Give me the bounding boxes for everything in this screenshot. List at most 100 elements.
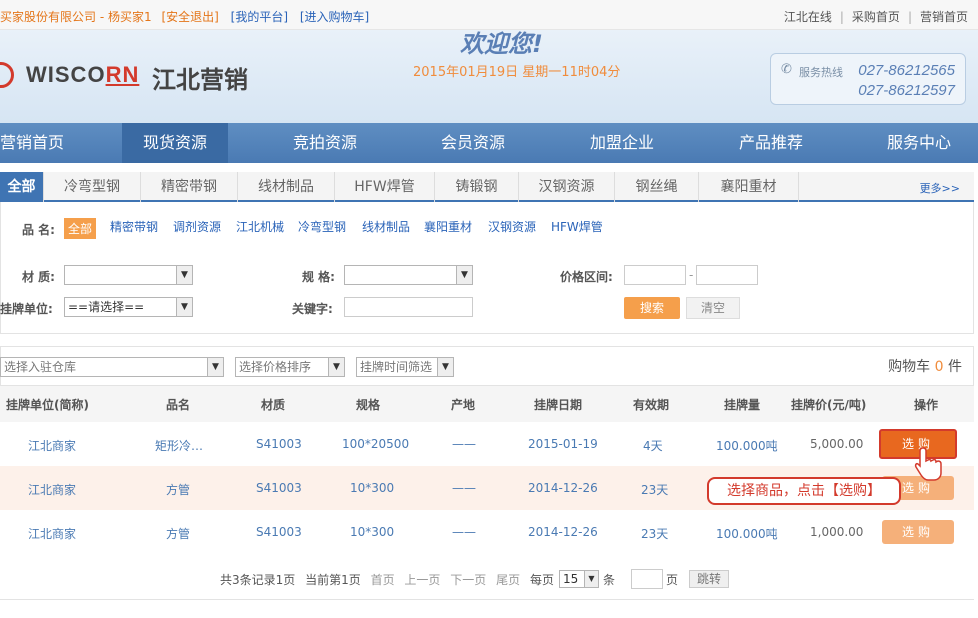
cell-unit[interactable]: 江北商家 [28, 437, 76, 454]
cell-material: S41003 [256, 525, 302, 539]
my-platform-link[interactable]: [我的平台] [231, 10, 288, 24]
keyword-input[interactable] [344, 297, 473, 317]
marketing-home-link[interactable]: 营销首页 [920, 10, 968, 24]
chevron-down-icon: ▼ [207, 358, 223, 376]
tab-hfw-pipe[interactable]: HFW焊管 [335, 172, 435, 202]
price-dash: - [689, 268, 694, 282]
nav-member-resources[interactable]: 会员资源 [420, 123, 526, 163]
tab-xiangyang[interactable]: 襄阳重材 [699, 172, 799, 202]
enter-cart-link[interactable]: [进入购物车] [300, 10, 369, 24]
tab-cold-bent[interactable]: 冷弯型钢 [44, 172, 141, 202]
product-option[interactable]: 冷弯型钢 [298, 218, 346, 235]
hotline-number-2: 027-86212597 [858, 82, 955, 99]
product-option[interactable]: HFW焊管 [551, 218, 603, 235]
cell-unit[interactable]: 江北商家 [28, 481, 76, 498]
product-option[interactable]: 襄阳重材 [424, 218, 472, 235]
user-info: 买家股份有限公司 - 杨买家1 [安全退出] [我的平台] [进入购物车] [0, 8, 369, 25]
pager-prev[interactable]: 上一页 [404, 573, 440, 587]
product-option[interactable]: 江北机械 [236, 218, 284, 235]
logout-link[interactable]: [安全退出] [161, 10, 218, 24]
tab-wire-rope[interactable]: 钢丝绳 [615, 172, 699, 202]
cell-unit[interactable]: 江北商家 [28, 525, 76, 542]
product-option[interactable]: 调剂资源 [173, 218, 221, 235]
cell-spec: 10*300 [350, 525, 395, 539]
page-number-input[interactable] [631, 569, 663, 589]
cell-material: S41003 [256, 481, 302, 495]
pager-next[interactable]: 下一页 [450, 573, 486, 587]
logo-en: WISCORN [26, 62, 140, 87]
nav-spot-resources[interactable]: 现货资源 [122, 123, 228, 163]
time-filter-select[interactable]: 挂牌时间筛选 ▼ [356, 357, 454, 377]
cell-name[interactable]: 方管 [166, 525, 190, 542]
product-option[interactable]: 线材制品 [362, 218, 410, 235]
cell-valid: 23天 [641, 483, 669, 497]
logo-mark-icon [0, 62, 14, 88]
price-sort-select[interactable]: 选择价格排序 ▼ [235, 357, 345, 377]
hotline-number-1: 027-86212565 [858, 62, 955, 79]
main-nav: 营销首页 现货资源 竞拍资源 会员资源 加盟企业 产品推荐 服务中心 [0, 123, 978, 163]
nav-auction-resources[interactable]: 竞拍资源 [272, 123, 378, 163]
nav-partner-companies[interactable]: 加盟企业 [569, 123, 675, 163]
nav-product-recommend[interactable]: 产品推荐 [718, 123, 824, 163]
logo-cn: 江北营销 [152, 66, 248, 94]
clear-button[interactable]: 清空 [686, 297, 740, 319]
pager-first[interactable]: 首页 [371, 573, 395, 587]
cell-name[interactable]: 方管 [166, 481, 190, 498]
unit-label: 挂牌单位: [0, 302, 53, 316]
tab-wire-products[interactable]: 线材制品 [238, 172, 335, 202]
instruction-callout: 选择商品，点击【选购】 [707, 477, 901, 505]
nav-service-center[interactable]: 服务中心 [866, 123, 972, 163]
price-max-input[interactable] [696, 265, 758, 285]
cell-valid: 23天 [641, 527, 669, 541]
unit-select[interactable]: ==请选择== ▼ [64, 297, 193, 317]
jiangbei-online-link[interactable]: 江北在线 [784, 10, 832, 24]
cell-date: 2014-12-26 [528, 525, 598, 539]
tab-precision-strip[interactable]: 精密带钢 [141, 172, 238, 202]
cell-spec: 10*300 [350, 481, 395, 495]
cell-price: 5,000.00 [810, 437, 864, 451]
buy-button[interactable]: 选购 [882, 520, 954, 544]
hotline-label: 服务热线 [799, 66, 843, 79]
chevron-down-icon: ▼ [328, 358, 344, 376]
phone-icon: ✆ [781, 62, 792, 77]
tab-forged-steel[interactable]: 铸锻钢 [435, 172, 519, 202]
category-tabs: 全部 冷弯型钢 精密带钢 线材制品 HFW焊管 铸锻钢 汉钢资源 钢丝绳 襄阳重… [0, 172, 974, 202]
material-label: 材 质: [22, 270, 55, 284]
per-page-select[interactable]: 15 ▼ [559, 570, 599, 588]
chevron-down-icon: ▼ [584, 571, 598, 587]
material-select[interactable]: ▼ [64, 265, 193, 285]
tab-all[interactable]: 全部 [0, 172, 44, 202]
cell-date: 2014-12-26 [528, 481, 598, 495]
cell-spec: 100*20500 [342, 437, 410, 451]
col-date: 挂牌日期 [534, 398, 583, 412]
cell-name[interactable]: 矩形冷… [155, 437, 203, 454]
search-button[interactable]: 搜索 [624, 297, 680, 319]
nav-marketing-home[interactable]: 营销首页 [0, 123, 76, 163]
pager-last[interactable]: 尾页 [496, 573, 520, 587]
product-option[interactable]: 精密带钢 [110, 218, 158, 235]
user-name: 买家股份有限公司 - 杨买家1 [0, 10, 152, 24]
jump-button[interactable]: 跳转 [689, 570, 729, 588]
spec-label: 规 格: [302, 270, 335, 284]
chevron-down-icon: ▼ [456, 266, 472, 284]
more-link[interactable]: 更多>> [920, 180, 960, 196]
cell-date: 2015-01-19 [528, 437, 598, 451]
warehouse-select[interactable]: 选择入驻仓库 ▼ [0, 357, 224, 377]
tab-hangang[interactable]: 汉钢资源 [519, 172, 615, 202]
hand-pointer-icon [914, 446, 944, 489]
product-option[interactable]: 汉钢资源 [488, 218, 536, 235]
cell-price: 1,000.00 [810, 525, 864, 539]
spec-select[interactable]: ▼ [344, 265, 473, 285]
purchase-home-link[interactable]: 采购首页 [852, 10, 900, 24]
cell-origin: —— [452, 481, 476, 495]
col-op: 操作 [914, 398, 939, 412]
col-valid: 有效期 [633, 398, 670, 412]
tiao-label: 条 [603, 573, 616, 587]
col-material: 材质 [261, 398, 286, 412]
cell-origin: —— [452, 525, 476, 539]
price-min-input[interactable] [624, 265, 686, 285]
cart-summary[interactable]: 购物车 0 件 [888, 356, 962, 376]
cart-count: 0 [934, 359, 944, 375]
cell-qty: 100.000吨 [716, 439, 778, 453]
product-option-all[interactable]: 全部 [64, 218, 97, 239]
